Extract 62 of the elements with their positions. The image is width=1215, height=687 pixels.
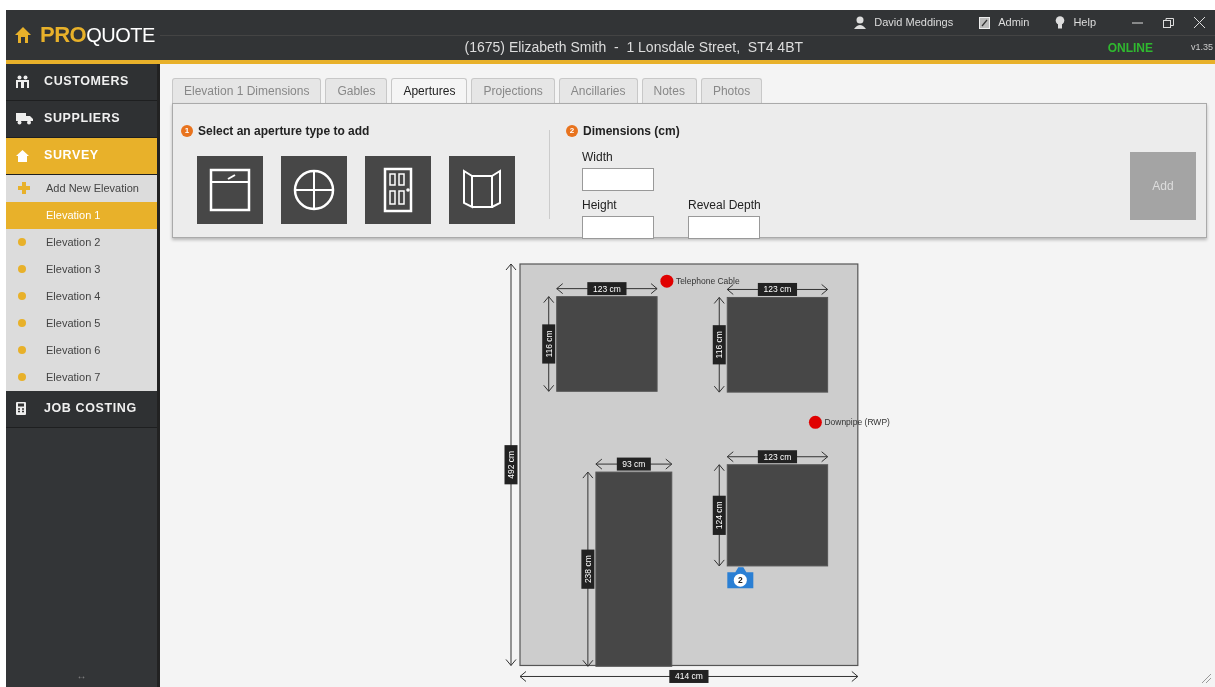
- collapse-handle[interactable]: ↔: [76, 668, 87, 683]
- add-elevation-item[interactable]: Add New Elevation: [6, 174, 157, 202]
- house-logo-icon: [14, 25, 32, 44]
- input-field[interactable]: [582, 168, 654, 192]
- field-label: Reveal Depth: [688, 198, 761, 213]
- aperture-type-button[interactable]: [365, 155, 431, 224]
- user-name[interactable]: David Meddings: [874, 14, 954, 31]
- app-logo: PROQUOTE: [40, 21, 155, 50]
- tab[interactable]: Apertures: [391, 77, 468, 103]
- version-label: v1.35: [1190, 41, 1213, 55]
- house-icon: [16, 149, 29, 162]
- step-title: Select an aperture type to add: [198, 122, 370, 140]
- resize-grip-icon[interactable]: [1202, 674, 1211, 683]
- marker-label: Telephone Cable: [675, 276, 740, 286]
- window-title: (1675) Elizabeth Smith - 1 Lonsdale Street, ST4 4BT: [464, 38, 804, 58]
- dimension-label: 123 cm: [757, 450, 797, 464]
- field-label: Width: [582, 150, 613, 165]
- connection-status: ONLINE: [1107, 39, 1153, 57]
- dimension-label: 123 cm: [586, 282, 626, 295]
- people-icon: [16, 75, 29, 89]
- sidebar-section[interactable]: CUSTOMERS: [6, 63, 157, 101]
- elevation-item[interactable]: Elevation 4: [6, 282, 157, 310]
- input-field[interactable]: [688, 216, 760, 240]
- user-icon[interactable]: [854, 16, 867, 29]
- step-title: Dimensions (cm): [583, 122, 680, 140]
- sidebar-section[interactable]: SUPPLIERS: [6, 100, 157, 138]
- aperture-type-button[interactable]: [197, 155, 263, 224]
- status-dot: [18, 265, 26, 274]
- restore-icon: [1163, 18, 1174, 29]
- elevation-item[interactable]: Elevation 2: [6, 228, 157, 256]
- marker-dot[interactable]: [808, 415, 822, 429]
- sidebar-section[interactable]: JOB COSTING: [6, 390, 157, 428]
- dimension-label: 492 cm: [504, 445, 517, 485]
- field-label: Height: [582, 198, 617, 213]
- close-icon: [1194, 17, 1205, 29]
- plus-icon: [18, 182, 30, 195]
- step-number: 1: [181, 124, 193, 137]
- notepad-icon[interactable]: [979, 16, 991, 29]
- aperture[interactable]: [594, 471, 672, 667]
- status-dot: [18, 319, 26, 328]
- elevation-item[interactable]: Elevation 3: [6, 255, 157, 283]
- aperture[interactable]: [726, 296, 828, 393]
- window-icon: [208, 166, 252, 213]
- aperture-type-button[interactable]: [281, 155, 347, 224]
- marker-dot[interactable]: [659, 274, 673, 288]
- lightbulb-icon[interactable]: [1055, 16, 1066, 29]
- status-dot: [18, 292, 26, 301]
- help-link[interactable]: Help: [1073, 14, 1096, 31]
- aperture-type-button[interactable]: [449, 155, 515, 224]
- calculator-icon: [16, 402, 26, 416]
- camera-pin[interactable]: 2: [726, 567, 753, 588]
- elevation-item[interactable]: Elevation 5: [6, 309, 157, 337]
- status-dot: [18, 346, 26, 355]
- elevation-item[interactable]: Elevation 7: [6, 363, 157, 391]
- step-number: 2: [566, 124, 578, 137]
- truck-icon: [16, 112, 33, 126]
- dimension-label: 414 cm: [668, 669, 708, 683]
- input-field[interactable]: [582, 216, 654, 240]
- status-dot: [18, 238, 26, 247]
- admin-link[interactable]: Admin: [998, 14, 1030, 31]
- status-dot: [18, 373, 26, 382]
- elevation-item[interactable]: Elevation 6: [6, 336, 157, 364]
